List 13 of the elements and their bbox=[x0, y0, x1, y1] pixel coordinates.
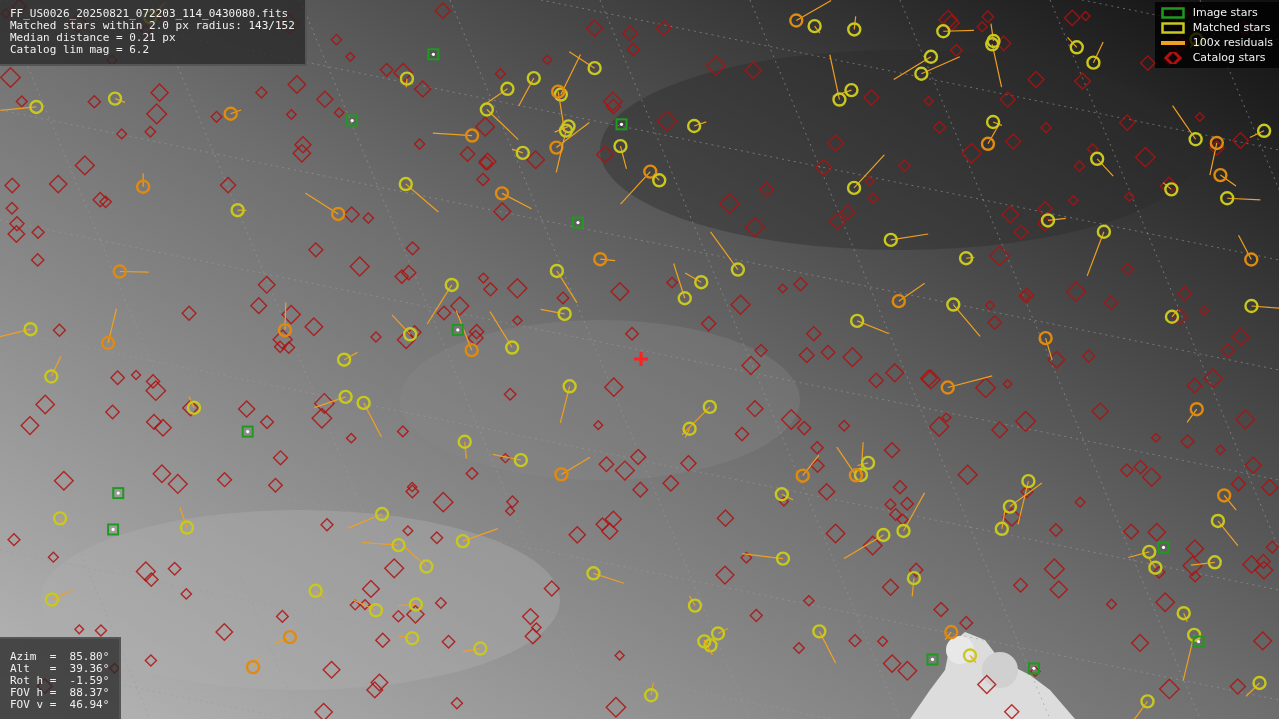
legend-label: 100x residuals bbox=[1192, 37, 1273, 49]
pointing-text: Alt = 39.36° bbox=[10, 663, 110, 675]
legend-label: Matched stars bbox=[1192, 22, 1271, 34]
pointing-text: Azim = 85.80° bbox=[10, 651, 110, 663]
legend-label: Catalog stars bbox=[1192, 52, 1266, 64]
pointing-text: FOV h = 88.37° bbox=[10, 687, 110, 699]
info-text: Median distance = 0.21 px bbox=[10, 32, 177, 44]
legend-label: Image stars bbox=[1192, 7, 1258, 19]
info-text: Matched stars within 2.0 px radius: 143/152 bbox=[10, 20, 295, 32]
pointing-text: FOV v = 46.94° bbox=[10, 699, 110, 711]
info-text: Catalog lim mag = 6.2 bbox=[10, 44, 151, 56]
info-text: FF_US0026_20250821_072203_114_0430080.fits bbox=[10, 8, 290, 20]
pointing-text: Rot h = -1.59° bbox=[10, 675, 110, 687]
